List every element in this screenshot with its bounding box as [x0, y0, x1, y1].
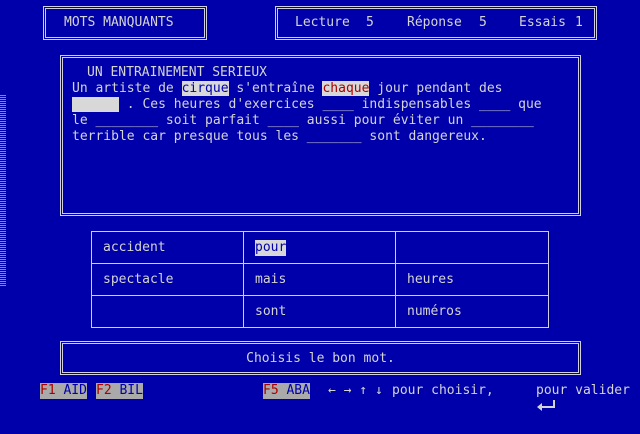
title-box: MOTS MANQUANTS	[43, 6, 207, 40]
choice-word: mais	[255, 272, 287, 287]
validate-hint: pour valider	[536, 383, 630, 398]
choice-word: heures	[407, 272, 454, 287]
f2-label: BIL	[111, 383, 143, 398]
choice-cell[interactable]: spectacle	[92, 264, 244, 296]
status-message: Choisis le bon mot.	[246, 351, 395, 366]
app-title: MOTS MANQUANTS	[64, 15, 174, 30]
choice-cell[interactable]	[92, 296, 244, 328]
text-segment: s'entraîne	[228, 81, 323, 96]
highlighted-word: cirque	[181, 81, 229, 96]
choice-cell[interactable]: accident	[92, 232, 244, 264]
text-heading: UN ENTRAINEMENT SERIEUX	[87, 65, 268, 80]
text-line-4: terrible car presque tous les _______ so…	[72, 129, 487, 144]
f5-abandon-key[interactable]: F5 ABA	[263, 383, 310, 399]
current-word: chaque	[322, 81, 370, 96]
text-line-1: Un artiste de cirque s'entraîne chaque j…	[72, 81, 503, 97]
stat-essais-value: 1	[575, 15, 583, 30]
f5-label: ABA	[278, 383, 310, 398]
stat-reponse-label: Réponse	[407, 15, 462, 30]
f2-balance-key[interactable]: F2 BIL	[96, 383, 143, 399]
word-choice-grid: accident pour spectacle mais heures sont numér…	[91, 231, 549, 328]
exercise-text-box: UN ENTRAINEMENT SERIEUX Un artiste de ci…	[60, 55, 581, 216]
stat-essais-label: Essais	[519, 15, 566, 30]
stat-lecture-value: 5	[366, 15, 374, 30]
choice-word: spectacle	[103, 272, 174, 287]
left-edge-marker	[0, 95, 6, 287]
choice-word: accident	[103, 240, 166, 255]
f1-key: F1	[40, 383, 56, 398]
footer-bar: F1 AID F2 BIL F5 ABA ← → ↑ ↓ pour choisi…	[0, 382, 640, 411]
f1-help-key[interactable]: F1 AID	[40, 383, 87, 399]
choice-cell[interactable]: heures	[396, 264, 548, 296]
choice-cell[interactable]	[396, 232, 548, 264]
active-blank[interactable]	[72, 97, 119, 112]
choice-cell[interactable]: numéros	[396, 296, 548, 328]
f5-key: F5	[263, 383, 279, 398]
stat-reponse-value: 5	[479, 15, 487, 30]
choose-hint: pour choisir,	[392, 383, 494, 398]
text-segment: Un artiste de	[72, 81, 182, 96]
text-line-3: le ________ soit parfait ____ aussi pour…	[72, 113, 534, 128]
stats-box: Lecture 5 Réponse 5 Essais 1	[275, 6, 597, 40]
choice-word: sont	[255, 304, 287, 319]
choice-word: pour	[255, 240, 287, 256]
stat-lecture-label: Lecture	[295, 15, 350, 30]
text-line-2: . Ces heures d'exercices ____ indispensa…	[72, 97, 542, 113]
text-segment: . Ces heures d'exercices ____ indispensa…	[118, 97, 542, 112]
choice-word: numéros	[407, 304, 462, 319]
f1-label: AID	[55, 383, 87, 398]
status-box: Choisis le bon mot.	[60, 341, 581, 375]
arrow-keys-hint: ← → ↑ ↓	[328, 383, 383, 398]
choice-cell[interactable]: pour	[244, 232, 396, 264]
f2-key: F2	[96, 383, 112, 398]
text-segment: jour pendant des	[369, 81, 503, 96]
choice-cell[interactable]: mais	[244, 264, 396, 296]
choice-cell[interactable]: sont	[244, 296, 396, 328]
